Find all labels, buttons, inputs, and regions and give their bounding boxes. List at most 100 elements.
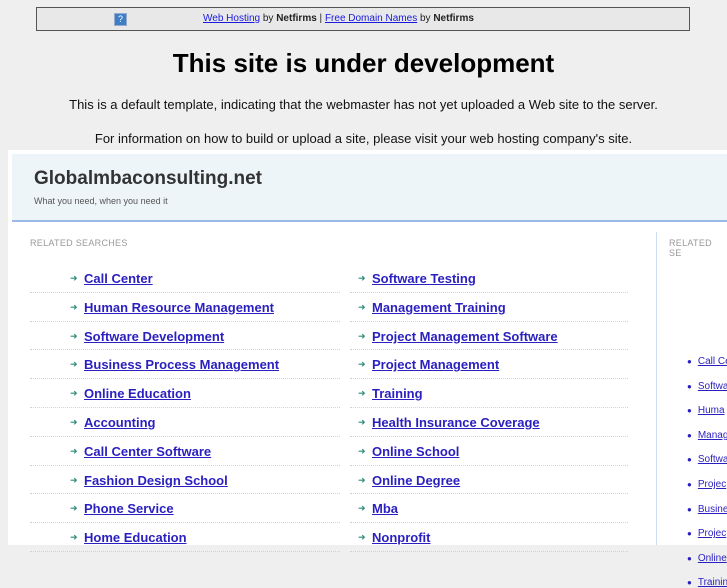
related-search-link[interactable]: Mba	[372, 501, 398, 516]
sidebar-item: ● Online	[687, 553, 727, 564]
hosting-banner: ? Web Hosting by Netfirms | Free Domain …	[36, 7, 690, 31]
related-search-link[interactable]: Home Education	[84, 530, 187, 545]
arrow-icon: ➜	[70, 359, 78, 370]
list-item: ➜ Nonprofit	[350, 523, 628, 552]
sidebar-link[interactable]: Trainin	[698, 577, 727, 588]
list-item: ➜ Call Center	[30, 264, 340, 293]
netfirms-text: Netfirms	[433, 13, 474, 24]
arrow-icon: ➜	[70, 503, 78, 514]
arrow-icon: ➜	[70, 273, 78, 283]
bullet-icon: ●	[687, 455, 692, 465]
list-item: ➜ Accounting	[30, 408, 340, 437]
sidebar-link[interactable]: Manag	[698, 430, 727, 441]
by-text: by	[260, 13, 277, 24]
related-search-link[interactable]: Software Testing	[372, 271, 476, 286]
sidebar-link[interactable]: Projec	[698, 479, 726, 490]
arrow-icon: ➜	[358, 388, 366, 399]
help-icon[interactable]: ?	[114, 13, 127, 26]
bullet-icon: ●	[687, 381, 692, 391]
bullet-icon: ●	[687, 430, 692, 440]
related-search-link[interactable]: Software Development	[84, 329, 224, 344]
arrow-icon: ➜	[70, 474, 78, 485]
sidebar-item: ● Trainin	[687, 577, 727, 588]
list-item: ➜ Business Process Management	[30, 350, 340, 380]
list-item: ➜ Online Degree	[350, 466, 628, 495]
list-item: ➜ Home Education	[30, 523, 340, 552]
site-name: Globalmbaconsulting.net	[34, 168, 263, 189]
related-search-link[interactable]: Phone Service	[84, 501, 174, 516]
parked-page-panel: Globalmbaconsulting.net What you need, w…	[8, 150, 727, 588]
bullet-icon: ●	[687, 357, 692, 366]
list-item: ➜ Call Center Software	[30, 437, 340, 466]
related-search-link[interactable]: Management Training	[372, 300, 506, 315]
arrow-icon: ➜	[70, 388, 78, 399]
related-search-link[interactable]: Fashion Design School	[84, 473, 228, 488]
related-search-link[interactable]: Online Education	[84, 386, 191, 401]
arrow-icon: ➜	[70, 445, 78, 456]
arrow-icon: ➜	[358, 474, 366, 485]
list-item: ➜ Health Insurance Coverage	[350, 408, 628, 437]
netfirms-text: Netfirms	[276, 13, 317, 24]
related-search-link[interactable]: Online Degree	[372, 473, 460, 488]
related-search-link[interactable]: Project Management	[372, 357, 499, 372]
related-search-link[interactable]: Call Center	[84, 271, 153, 286]
left-links-column: ➜ Call Center ➜ Human Resource Management ➜ S…	[30, 264, 340, 552]
sidebar-item: ● Softwa	[687, 454, 727, 465]
related-search-link[interactable]: Accounting	[84, 415, 156, 430]
list-item: ➜ Management Training	[350, 293, 628, 322]
right-links-column: ➜ Software Testing ➜ Management Training ➜ Pr…	[350, 264, 628, 552]
related-search-link[interactable]: Project Management Software	[372, 329, 558, 344]
sidebar-link[interactable]: Busine	[698, 504, 727, 515]
bullet-icon: ●	[687, 529, 692, 539]
arrow-icon: ➜	[358, 359, 366, 370]
sidebar-item: ● Projec	[687, 479, 726, 490]
site-header: Globalmbaconsulting.net What you need, w…	[12, 154, 727, 222]
site-tagline: What you need, when you need it	[34, 196, 168, 206]
sidebar-related-heading: RELATED SE	[669, 238, 712, 258]
sidebar-link[interactable]: Softwa	[698, 381, 727, 392]
arrow-icon: ➜	[70, 416, 78, 427]
list-item: ➜ Project Management	[350, 350, 628, 380]
bullet-icon: ●	[687, 504, 692, 514]
free-domain-link[interactable]: Free Domain Names	[325, 13, 417, 24]
list-item: ➜ Phone Service	[30, 494, 340, 524]
related-search-link[interactable]: Nonprofit	[372, 530, 430, 545]
bullet-icon: ●	[687, 553, 692, 563]
related-search-link[interactable]: Business Process Management	[84, 357, 279, 372]
list-item: ➜ Fashion Design School	[30, 466, 340, 495]
list-item: ➜ Software Testing	[350, 264, 628, 293]
related-search-link[interactable]: Health Insurance Coverage	[372, 415, 540, 430]
bullet-icon: ●	[687, 578, 692, 588]
arrow-icon: ➜	[70, 532, 78, 543]
related-search-link[interactable]: Human Resource Management	[84, 300, 274, 315]
arrow-icon: ➜	[358, 330, 366, 341]
sidebar-link[interactable]: Softwa	[698, 454, 727, 465]
list-item: ➜ Project Management Software	[350, 322, 628, 351]
web-hosting-link[interactable]: Web Hosting	[203, 13, 260, 24]
arrow-icon: ➜	[358, 445, 366, 456]
separator: |	[316, 13, 325, 24]
sidebar-item: ● Softwa	[687, 381, 727, 392]
list-item: ➜ Software Development	[30, 322, 340, 351]
list-item: ➜ Mba	[350, 494, 628, 524]
related-search-link[interactable]: Call Center Software	[84, 444, 211, 459]
sidebar-item: ● Projec	[687, 528, 726, 539]
bullet-icon: ●	[687, 480, 692, 489]
sidebar-link[interactable]: Projec	[698, 528, 726, 539]
list-item: ➜ Online Education	[30, 379, 340, 408]
arrow-icon: ➜	[70, 301, 78, 312]
sidebar-link[interactable]: Huma	[698, 405, 725, 416]
sidebar-link[interactable]: Call Ce	[698, 356, 727, 367]
related-searches-heading: RELATED SEARCHES	[30, 238, 128, 248]
related-search-link[interactable]: Online School	[372, 444, 459, 459]
sidebar: RELATED SE ● Call Ce ● Softwa ● Huma ● Manag ● So…	[656, 232, 727, 588]
sidebar-link[interactable]: Online	[698, 553, 727, 564]
arrow-icon: ➜	[358, 273, 366, 283]
sidebar-item: ● Manag	[687, 430, 727, 441]
related-search-link[interactable]: Training	[372, 386, 423, 401]
bullet-icon: ●	[687, 406, 692, 416]
arrow-icon: ➜	[358, 301, 366, 312]
arrow-icon: ➜	[70, 330, 78, 341]
sidebar-item: ● Call Ce	[687, 356, 727, 367]
sidebar-item: ● Busine	[687, 504, 727, 515]
